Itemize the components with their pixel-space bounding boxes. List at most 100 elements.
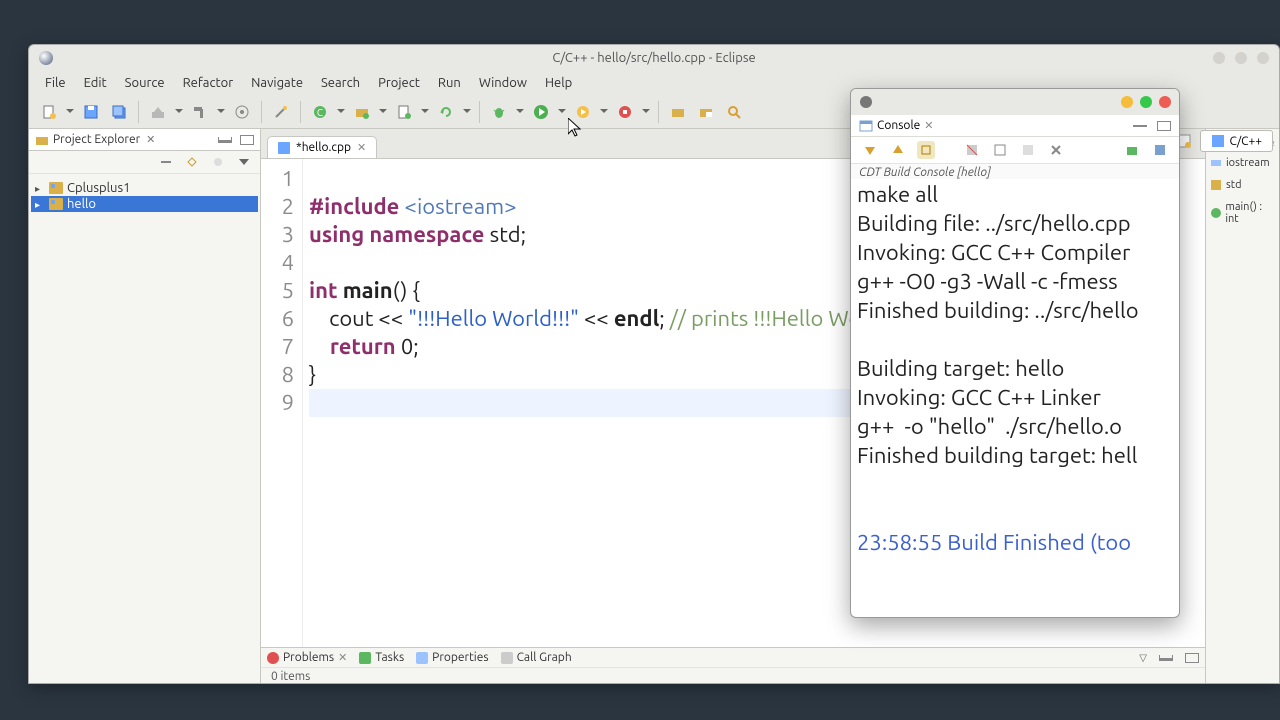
menu-edit[interactable]: Edit [76,74,115,92]
maximize-button[interactable] [1235,52,1247,64]
ext-tools-button[interactable] [613,100,637,124]
scroll-up-icon[interactable] [889,141,907,159]
expand-icon[interactable] [35,181,45,195]
collapse-all-icon[interactable] [158,155,174,169]
minimize-view-button[interactable] [218,137,232,143]
tree-item-cplusplus1[interactable]: Cplusplus1 [31,180,258,196]
new-folder-button[interactable] [350,100,374,124]
minimize-button[interactable] [1213,52,1225,64]
maximize-view-button[interactable] [1157,121,1171,131]
save-all-button[interactable] [107,100,131,124]
run-button[interactable] [529,100,553,124]
new-button[interactable] [37,100,61,124]
hammer-button[interactable] [188,100,212,124]
tab-properties[interactable]: Properties [416,651,488,664]
properties-icon [416,652,428,664]
outline-item[interactable]: main() : int [1210,201,1275,225]
profile-button[interactable] [571,100,595,124]
new-console-icon[interactable] [1151,141,1169,159]
outline-item[interactable]: iostream [1210,157,1275,169]
new-cclass-dropdown[interactable] [336,100,346,124]
tab-tasks[interactable]: Tasks [359,651,404,664]
menu-navigate[interactable]: Navigate [243,74,311,92]
close-icon[interactable]: ✕ [357,141,366,154]
console-tab[interactable]: Console ✕ [851,115,1179,137]
menu-refactor[interactable]: Refactor [175,74,242,92]
tree-item-hello[interactable]: hello [31,196,258,212]
run-dropdown[interactable] [557,100,567,124]
view-menu-icon[interactable] [236,155,252,169]
search-button[interactable] [722,100,746,124]
console-window: Console ✕ CDT Build Console [hello] make… [850,88,1180,618]
app-icon [859,95,873,109]
project-explorer-tab[interactable]: Project Explorer ✕ [29,129,260,151]
save-button[interactable] [79,100,103,124]
remove-launch-icon[interactable] [1047,141,1065,159]
tab-problems[interactable]: Problems✕ [267,651,347,664]
close-button[interactable] [1257,52,1269,64]
profile-dropdown[interactable] [599,100,609,124]
expand-icon[interactable] [35,197,45,211]
maximize-view-button[interactable] [240,135,254,145]
menu-help[interactable]: Help [537,74,580,92]
console-titlebar[interactable] [851,89,1179,115]
view-menu-icon[interactable]: ▽ [1139,652,1147,664]
code-content[interactable]: #include <iostream>using namespace std; … [303,159,906,647]
wand-button[interactable] [269,100,293,124]
editor-tab-hello[interactable]: *hello.cpp ✕ [267,136,377,158]
new-dropdown[interactable] [65,100,75,124]
debug-dropdown[interactable] [515,100,525,124]
new-file-dropdown[interactable] [420,100,430,124]
project-explorer-view: Project Explorer ✕ Cplusplus1 [29,129,261,683]
close-icon[interactable]: ✕ [338,651,347,664]
new-file-button[interactable] [392,100,416,124]
pin-console-icon[interactable] [917,141,935,159]
maximize-view-button[interactable] [1185,653,1199,663]
console-output[interactable]: make all Building file: ../src/hello.cpp… [851,179,1179,617]
bottom-panel: Problems✕ Tasks Properties Call Graph ▽ … [261,647,1205,683]
problems-count: 0 items [261,668,1205,685]
outline-item[interactable]: std [1210,179,1275,191]
console-title: Console [877,119,920,132]
menu-project[interactable]: Project [370,74,428,92]
maximize-button[interactable] [1140,96,1152,108]
new-folder-dropdown[interactable] [378,100,388,124]
link-editor-icon[interactable] [184,155,200,169]
menu-run[interactable]: Run [430,74,469,92]
refresh-dropdown[interactable] [462,100,472,124]
line-num: 7 [261,333,294,361]
clear-console-icon[interactable] [963,141,981,159]
ext-tools-dropdown[interactable] [641,100,651,124]
minimize-view-button[interactable] [1133,124,1147,127]
hammer-dropdown[interactable] [216,100,226,124]
refresh-button[interactable] [434,100,458,124]
minimize-button[interactable] [1121,96,1133,108]
line-num: 4 [261,249,294,277]
menu-file[interactable]: File [37,74,74,92]
menu-search[interactable]: Search [313,74,368,92]
debug-button[interactable] [487,100,511,124]
menu-source[interactable]: Source [117,74,173,92]
menu-window[interactable]: Window [471,74,535,92]
line-num: 8 [261,361,294,389]
open-type-button[interactable] [666,100,690,124]
line-num: 5 [261,277,294,305]
target-button[interactable] [230,100,254,124]
open-task-button[interactable] [694,100,718,124]
build-dropdown[interactable] [174,100,184,124]
close-icon[interactable]: ✕ [924,119,933,132]
show-console-icon[interactable] [1123,141,1141,159]
close-icon[interactable]: ✕ [146,133,155,146]
new-cclass-button[interactable]: C [308,100,332,124]
tree-item-label: Cplusplus1 [67,181,130,195]
project-explorer-toolbar [29,151,260,174]
open-console-icon[interactable] [1019,141,1037,159]
focus-task-icon[interactable] [210,155,226,169]
display-console-icon[interactable] [991,141,1009,159]
close-button[interactable] [1159,96,1171,108]
tab-callgraph[interactable]: Call Graph [501,651,572,664]
build-button[interactable] [146,100,170,124]
scroll-down-icon[interactable] [861,141,879,159]
perspective-cpp[interactable]: C/C++ [1200,130,1273,152]
minimize-view-button[interactable] [1159,655,1173,661]
